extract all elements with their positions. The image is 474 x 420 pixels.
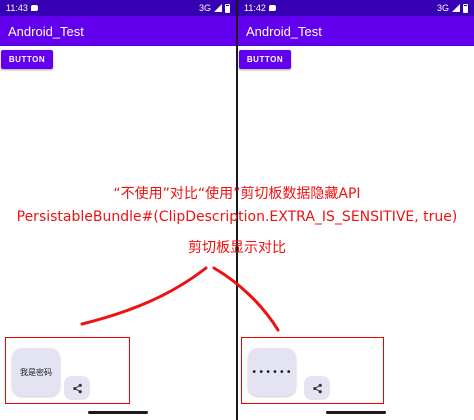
main-button[interactable]: BUTTON: [1, 50, 53, 69]
annotation-line-3: 剪切板显示对比: [188, 240, 286, 256]
home-gesture-handle[interactable]: [88, 411, 148, 414]
app-bar: Android_Test: [238, 16, 474, 46]
share-button[interactable]: [304, 376, 330, 400]
annotation-line-2: PersistableBundle#(ClipDescription.EXTRA…: [16, 209, 458, 225]
clipboard-text: 我是密码: [20, 367, 52, 377]
status-right-group: 3G: [437, 3, 468, 13]
app-title: Android_Test: [8, 23, 84, 39]
battery-icon: [225, 3, 230, 13]
navigation-bar: [0, 404, 236, 420]
signal-icon: [214, 4, 222, 12]
clipboard-preview-highlight: 我是密码: [5, 337, 130, 404]
navigation-bar: [238, 404, 474, 420]
battery-icon: [463, 3, 468, 13]
message-icon: [30, 5, 38, 11]
network-type: 3G: [436, 3, 449, 13]
share-button[interactable]: [64, 376, 90, 400]
share-icon: [72, 383, 82, 393]
message-icon: [268, 5, 276, 11]
main-button[interactable]: BUTTON: [239, 50, 291, 69]
network-type: 3G: [198, 3, 211, 13]
status-bar: 11:43 3G: [0, 0, 236, 16]
annotation-line-1: “不使用”对比“使用”剪切板数据隐藏API: [113, 186, 361, 202]
clipboard-preview-highlight: ••••••: [241, 337, 384, 404]
status-right-group: 3G: [199, 3, 230, 13]
status-time: 11:43: [6, 3, 28, 13]
status-time: 11:42: [244, 3, 266, 13]
signal-icon: [452, 4, 460, 12]
status-bar: 11:42 3G: [238, 0, 474, 16]
share-icon: [312, 383, 322, 393]
clipboard-text-masked: ••••••: [251, 366, 293, 378]
clipboard-preview-card[interactable]: ••••••: [248, 348, 296, 396]
app-bar: Android_Test: [0, 16, 236, 46]
clipboard-preview-card[interactable]: 我是密码: [12, 348, 60, 396]
home-gesture-handle[interactable]: [326, 411, 386, 414]
app-title: Android_Test: [246, 23, 322, 39]
